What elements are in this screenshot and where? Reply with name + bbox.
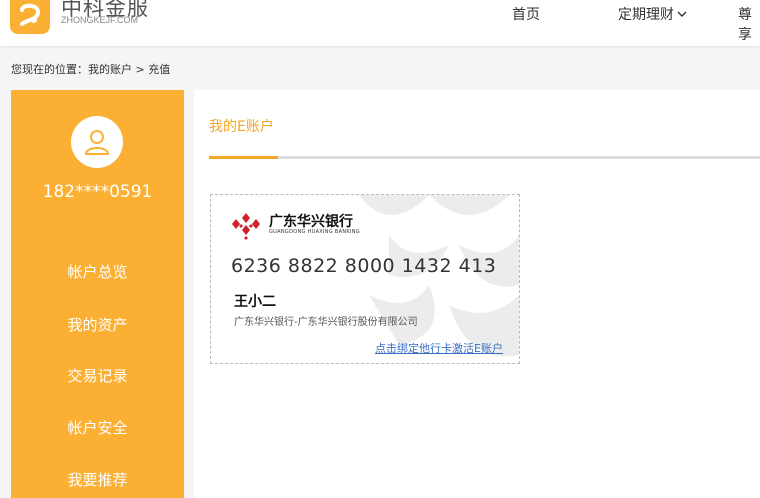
top-header: 中科金服 ZHONGKEJF.COM 首页 定期理财 尊享: [0, 0, 760, 46]
nav-fixed-finance-label: 定期理财: [618, 7, 674, 23]
sidebar-item-referral[interactable]: 我要推荐: [11, 469, 184, 490]
user-icon: [85, 130, 109, 155]
nav-home[interactable]: 首页: [512, 4, 540, 24]
bank-logo-icon: [232, 213, 260, 240]
tab-e-account[interactable]: 我的E账户: [209, 116, 274, 136]
chevron-down-icon: [677, 11, 687, 17]
bank-card: 广东华兴银行 GUANGDONG HUAXING BANKING 6236 88…: [210, 194, 520, 364]
account-sidebar: 182****0591 帐户总览 我的资产 交易记录 帐户安全 我要推荐: [11, 90, 184, 498]
avatar[interactable]: [71, 116, 123, 168]
logo-icon[interactable]: [10, 0, 50, 34]
tab-active-indicator: [209, 156, 278, 159]
card-holder-name: 王小二: [234, 294, 276, 310]
card-pattern: [359, 195, 519, 357]
sidebar-item-transactions[interactable]: 交易记录: [11, 365, 184, 386]
card-number: 6236 8822 8000 1432 413: [231, 255, 497, 277]
main-panel: 我的E账户 广东华兴银行 GUANGDONG HUAXING BANKING 6…: [194, 90, 760, 498]
activate-e-account-link[interactable]: 点击绑定他行卡激活E账户: [375, 340, 503, 356]
bank-full-name: 广东华兴银行-广东华兴银行股份有限公司: [234, 317, 418, 328]
sidebar-item-security[interactable]: 帐户安全: [11, 417, 184, 438]
nav-premium[interactable]: 尊享: [738, 4, 760, 44]
nav-fixed-finance[interactable]: 定期理财: [618, 4, 687, 24]
sidebar-item-overview[interactable]: 帐户总览: [11, 261, 184, 282]
logo-domain: ZHONGKEJF.COM: [61, 15, 139, 25]
bank-name: 广东华兴银行: [269, 214, 353, 230]
breadcrumb: 您现在的位置：我的账户 > 充值: [11, 63, 171, 76]
sidebar-item-assets[interactable]: 我的资产: [11, 314, 184, 335]
bank-name-english: GUANGDONG HUAXING BANKING: [269, 229, 360, 235]
tab-underline: [209, 156, 760, 159]
user-phone: 182****0591: [42, 182, 153, 202]
